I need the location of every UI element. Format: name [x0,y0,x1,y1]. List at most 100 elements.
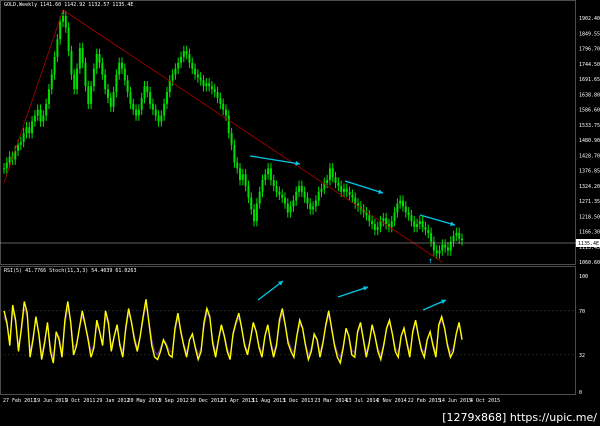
date-tick-label: 22 Feb 2015 [408,398,441,404]
candle-body [47,89,50,104]
candle-body [368,215,371,222]
candle-body [64,15,67,28]
candle-body [342,188,345,192]
candle-body [337,183,340,186]
date-tick-label: 19 Jun 2011 [34,398,67,404]
candle-body [334,177,337,184]
candle-body [39,109,42,122]
candle-body [399,200,402,204]
candle-body [19,141,22,145]
price-tick-label: 1166.30 [579,230,600,236]
candle-body [45,103,48,116]
main-chart-frame [0,0,576,265]
candle-body [410,215,413,222]
date-axis: 27 Feb 201119 Jun 20119 Oct 2011 29 Jan 2… [3,398,500,404]
candle-body [205,83,208,87]
candle-body [8,156,11,163]
candle-body [5,162,8,169]
price-tick-label: 1902.40 [579,16,600,22]
candle-body [194,68,197,75]
price-tick-label: 1849.55 [579,31,600,37]
candle-body [458,232,461,239]
candle-body [404,206,407,213]
candle-body [3,168,5,170]
candle-body [382,218,385,222]
candle-body [154,109,157,116]
candle-body [312,206,315,210]
candle-body [67,27,70,52]
candle-body [390,221,393,227]
candle-body [129,92,132,104]
candle-body [191,62,194,69]
candle-body [281,194,284,198]
candle-body [303,191,306,198]
candle-body [306,197,309,204]
candle-body [247,185,250,198]
date-tick-label: 14 Jun 2015 [439,398,472,404]
date-tick-label: 1 Dec 2013 [283,398,313,404]
candle-body [345,188,348,192]
candle-body [278,191,281,195]
candle-body [435,250,438,254]
candle-body [446,247,449,251]
candle-body [421,221,424,227]
candle-body [202,80,205,87]
candle-body [340,185,343,192]
candle-body [70,51,73,75]
candle-body [354,197,357,204]
date-tick-label: 9 Oct 2011 [65,398,95,404]
price-tick-label: 1744.50 [579,62,600,68]
candle-body [135,109,138,116]
candle-body [90,86,93,104]
candle-body [326,180,329,184]
date-tick-label: 2 Nov 2014 [377,398,407,404]
price-tick-label: 1796.70 [579,47,600,53]
candle-body [267,168,270,175]
candle-body [298,185,301,192]
trough-marker-icon: ↑ [428,256,433,265]
oscillator-axis: 100 70 32 0 [579,274,588,396]
candle-body [73,74,76,90]
osc-tick-label: 32 [579,353,585,359]
price-tick-label: 1428.70 [579,153,600,159]
candle-body [328,168,331,181]
candle-body [78,48,81,69]
candle-body [418,221,421,225]
price-axis: 1902.40 1849.55 1796.70 1744.50 1691.65 1638.… [579,16,600,266]
candle-body [165,92,168,104]
candle-body [143,86,146,98]
peak-marker-icon: ↓ [61,7,66,16]
candle-body [461,238,463,241]
candle-body [160,115,163,122]
chart-canvas: GOLD,Weekly 1141.60 1142.92 1132.57 1135… [0,0,600,404]
candle-body [17,144,20,151]
osc-tick-label: 100 [579,274,588,280]
candle-body [22,133,25,142]
price-tick-label: 1691.65 [579,77,600,83]
price-tick-label: 1271.35 [579,199,600,205]
candle-body [101,62,104,75]
candle-body [185,51,188,54]
date-tick-label: 4 Oct 2015 [470,398,500,404]
candle-body [157,115,160,122]
price-tick-label: 1533.75 [579,123,600,129]
candle-body [216,92,219,98]
candle-body [76,68,79,90]
candle-body [365,212,368,216]
candle-body [132,103,135,110]
candle-body [171,74,174,81]
candle-body [376,226,379,230]
candle-body [331,168,334,178]
candle-body [53,56,56,75]
candle-body [62,15,65,22]
osc-tick-label: 0 [579,390,582,396]
candle-body [28,127,31,134]
candle-body [56,39,59,57]
candle-body [50,74,53,90]
candle-body [182,51,185,57]
candle-body [275,185,278,192]
candle-body [222,103,225,110]
candle-body [317,191,320,201]
current-price-label: 1135.4E [578,241,599,247]
candle-body [177,62,180,69]
